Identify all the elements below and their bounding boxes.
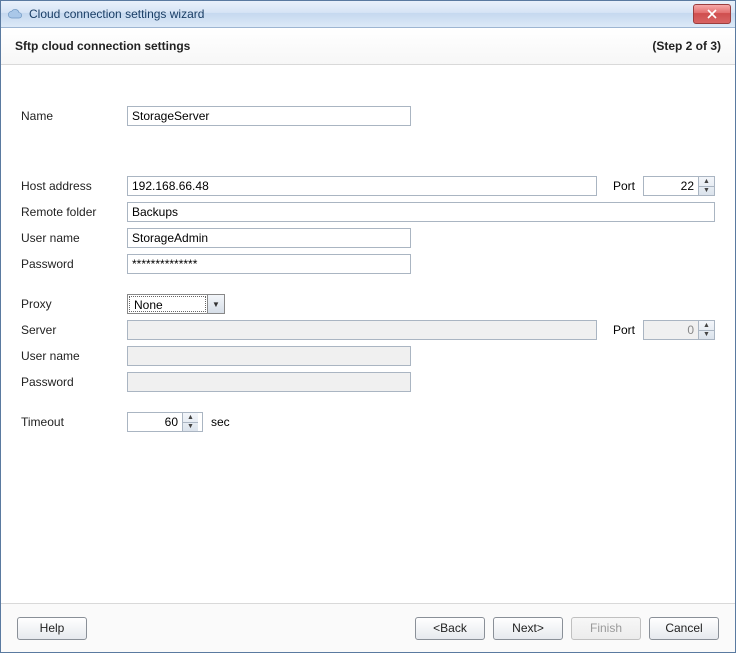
- next-button[interactable]: Next>: [493, 617, 563, 640]
- label-name: Name: [21, 109, 127, 123]
- spin-down-icon[interactable]: ▼: [699, 187, 714, 196]
- spinner-buttons[interactable]: ▲ ▼: [698, 177, 714, 195]
- host-input[interactable]: [127, 176, 597, 196]
- timeout-spinner[interactable]: ▲ ▼: [127, 412, 203, 432]
- wizard-window: Cloud connection settings wizard Sftp cl…: [0, 0, 736, 653]
- label-proxy-password: Password: [21, 375, 127, 389]
- proxy-port-input: [644, 321, 698, 339]
- label-proxy: Proxy: [21, 297, 127, 311]
- titlebar: Cloud connection settings wizard: [1, 1, 735, 28]
- label-host-port: Port: [613, 179, 635, 193]
- proxy-username-input: [127, 346, 411, 366]
- label-host: Host address: [21, 179, 127, 193]
- spinner-buttons[interactable]: ▲ ▼: [182, 413, 198, 431]
- password-input[interactable]: [127, 254, 411, 274]
- close-icon: [707, 9, 717, 19]
- spinner-buttons: ▲ ▼: [698, 321, 714, 339]
- spin-down-icon: ▼: [699, 331, 714, 340]
- timeout-input[interactable]: [128, 413, 182, 431]
- proxy-dropdown[interactable]: None ▼: [127, 294, 225, 314]
- help-button[interactable]: Help: [17, 617, 87, 640]
- window-title: Cloud connection settings wizard: [29, 7, 693, 21]
- proxy-password-input: [127, 372, 411, 392]
- step-indicator: (Step 2 of 3): [652, 39, 721, 53]
- label-proxy-server: Server: [21, 323, 127, 337]
- host-port-spinner[interactable]: ▲ ▼: [643, 176, 715, 196]
- page-subtitle: Sftp cloud connection settings: [15, 39, 190, 53]
- footer: Help <Back Next> Finish Cancel: [1, 603, 735, 652]
- label-proxy-username: User name: [21, 349, 127, 363]
- remote-folder-input[interactable]: [127, 202, 715, 222]
- form-area: Name Host address Port ▲ ▼ Remote folder: [1, 65, 735, 603]
- label-username: User name: [21, 231, 127, 245]
- label-remote-folder: Remote folder: [21, 205, 127, 219]
- close-button[interactable]: [693, 4, 731, 24]
- back-button[interactable]: <Back: [415, 617, 485, 640]
- wizard-header: Sftp cloud connection settings (Step 2 o…: [1, 28, 735, 65]
- username-input[interactable]: [127, 228, 411, 248]
- chevron-down-icon[interactable]: ▼: [207, 295, 224, 313]
- finish-button: Finish: [571, 617, 641, 640]
- spin-up-icon[interactable]: ▲: [183, 413, 198, 423]
- spin-up-icon[interactable]: ▲: [699, 177, 714, 187]
- spin-up-icon: ▲: [699, 321, 714, 331]
- cancel-button[interactable]: Cancel: [649, 617, 719, 640]
- label-sec: sec: [211, 415, 230, 429]
- spin-down-icon[interactable]: ▼: [183, 423, 198, 432]
- label-proxy-port: Port: [613, 323, 635, 337]
- name-input[interactable]: [127, 106, 411, 126]
- proxy-selected-value: None: [129, 296, 206, 312]
- proxy-server-input: [127, 320, 597, 340]
- host-port-input[interactable]: [644, 177, 698, 195]
- label-password: Password: [21, 257, 127, 271]
- cloud-icon: [7, 6, 23, 22]
- proxy-port-spinner: ▲ ▼: [643, 320, 715, 340]
- label-timeout: Timeout: [21, 415, 127, 429]
